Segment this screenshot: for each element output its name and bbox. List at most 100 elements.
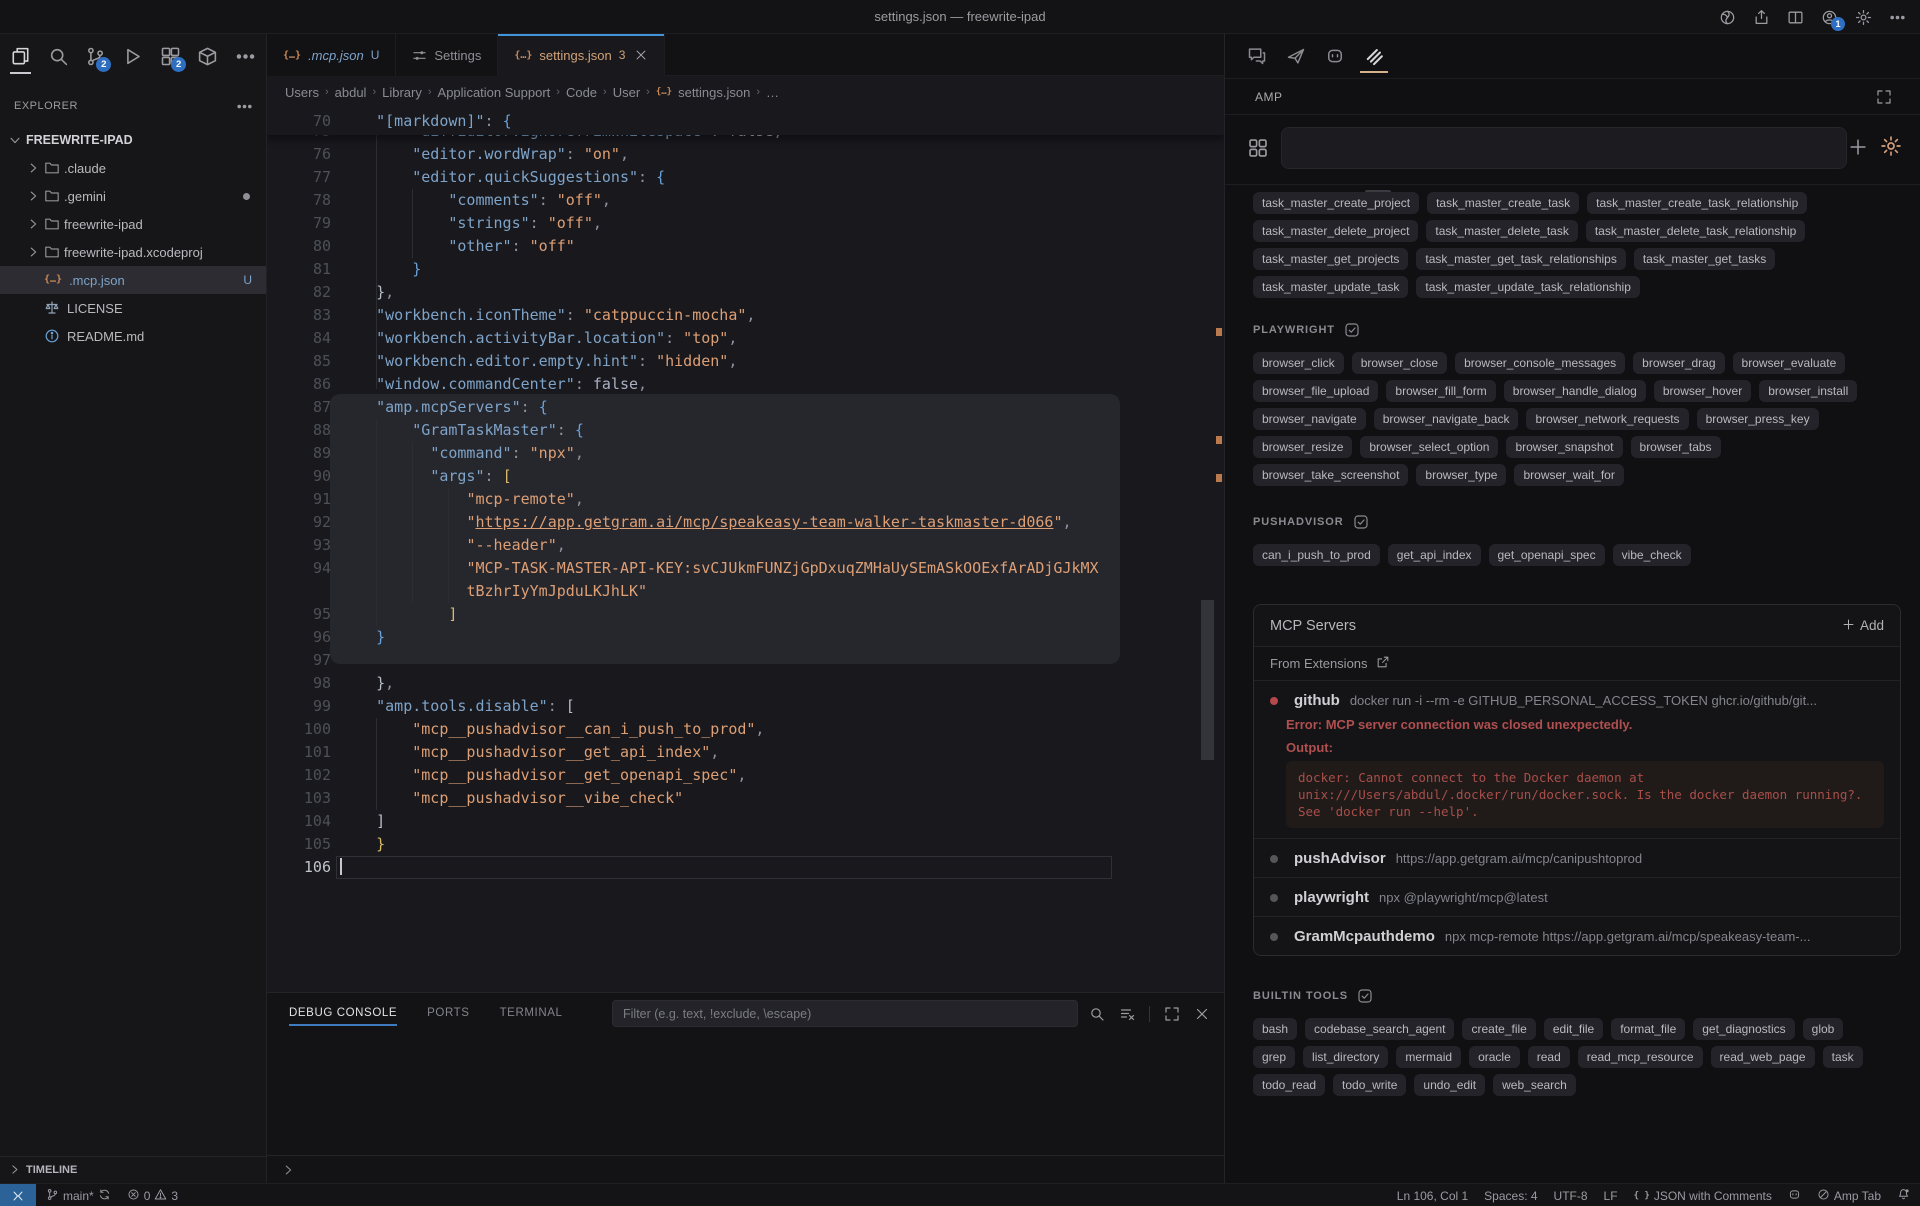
- amp-tab-status[interactable]: Amp Tab: [1817, 1188, 1881, 1204]
- maximize-panel-icon[interactable]: [1164, 1006, 1180, 1022]
- breadcrumb[interactable]: Users›abdul›Library›Application Support›…: [267, 76, 1224, 108]
- breadcrumb-item[interactable]: Library: [382, 85, 422, 100]
- breadcrumb-item[interactable]: abdul: [335, 85, 367, 100]
- tool-chip-task_master_update_task[interactable]: task_master_update_task: [1253, 276, 1408, 298]
- tree-root-freewrite-ipad[interactable]: FREEWRITE-IPAD: [0, 126, 266, 154]
- tool-chip-get_diagnostics[interactable]: get_diagnostics: [1693, 1018, 1794, 1040]
- tool-chip-browser_hover[interactable]: browser_hover: [1654, 380, 1751, 402]
- mcp-server-grammcpauthdemo[interactable]: GramMcpauthdemonpx mcp-remote https://ap…: [1254, 917, 1900, 955]
- tool-chip-task_master_get_task_relationships[interactable]: task_master_get_task_relationships: [1416, 248, 1625, 270]
- notifications-bell[interactable]: [1897, 1188, 1910, 1204]
- debug-repl-prompt[interactable]: [267, 1155, 1224, 1183]
- mcp-server-playwright[interactable]: playwrightnpx @playwright/mcp@latest: [1254, 878, 1900, 917]
- tree-item-readme-md[interactable]: README.md: [0, 322, 266, 350]
- remote-indicator[interactable]: [0, 1184, 36, 1206]
- close-panel-icon[interactable]: [1194, 1006, 1210, 1022]
- tree-item--gemini[interactable]: .gemini: [0, 182, 266, 210]
- tool-chip-get_openapi_spec[interactable]: get_openapi_spec: [1489, 544, 1605, 566]
- tool-chip-task_master_delete_task_relationship[interactable]: task_master_delete_task_relationship: [1586, 220, 1805, 242]
- kangaroo-icon[interactable]: [1284, 39, 1308, 73]
- git-branch-item[interactable]: main*: [46, 1188, 111, 1204]
- tool-chip-browser_navigate_back[interactable]: browser_navigate_back: [1374, 408, 1519, 430]
- split-editor-icon[interactable]: [1787, 9, 1804, 26]
- tool-chip-browser_click[interactable]: browser_click: [1253, 352, 1344, 374]
- breadcrumb-tail[interactable]: …: [766, 85, 779, 100]
- tree-item-freewrite-ipad-xcodeproj[interactable]: freewrite-ipad.xcodeproj: [0, 238, 266, 266]
- tool-chip-task_master_delete_task[interactable]: task_master_delete_task: [1426, 220, 1577, 242]
- from-extensions-row[interactable]: From Extensions: [1254, 647, 1900, 681]
- panel-tab-terminal[interactable]: TERMINAL: [500, 993, 563, 1033]
- tab-settings-json[interactable]: {…}settings.json3: [498, 34, 665, 76]
- tool-chip-codebase_search_agent[interactable]: codebase_search_agent: [1305, 1018, 1454, 1040]
- tool-chip-mermaid[interactable]: mermaid: [1396, 1046, 1461, 1068]
- plus-icon[interactable]: [1848, 137, 1868, 157]
- editor-scrollbar-thumb[interactable]: [1201, 600, 1214, 760]
- tool-chip-get_api_index[interactable]: get_api_index: [1388, 544, 1481, 566]
- debug-filter-input[interactable]: [612, 1000, 1078, 1027]
- account-icon[interactable]: 1: [1821, 9, 1838, 26]
- tool-chip-list_directory[interactable]: list_directory: [1303, 1046, 1388, 1068]
- tree-item--mcp-json[interactable]: {…}.mcp.jsonU: [0, 266, 266, 294]
- more-icon[interactable]: [1889, 9, 1906, 26]
- copilot-swirl-icon[interactable]: [1719, 9, 1736, 26]
- tool-chip-browser_snapshot[interactable]: browser_snapshot: [1506, 436, 1622, 458]
- amp-tab-icon[interactable]: [1362, 39, 1386, 73]
- language-mode[interactable]: { } JSON with Comments: [1634, 1189, 1772, 1203]
- add-mcp-server-button[interactable]: Add: [1842, 618, 1884, 634]
- tool-chip-glob[interactable]: glob: [1803, 1018, 1844, 1040]
- tool-chip-browser_file_upload[interactable]: browser_file_upload: [1253, 380, 1378, 402]
- tool-chip-web_search[interactable]: web_search: [1493, 1074, 1576, 1096]
- explorer-more-icon[interactable]: [236, 98, 252, 114]
- tool-chip-browser_tabs[interactable]: browser_tabs: [1631, 436, 1721, 458]
- tool-chip-format_file[interactable]: format_file: [1611, 1018, 1685, 1040]
- tree-item--claude[interactable]: .claude: [0, 154, 266, 182]
- tool-chip-read_mcp_resource[interactable]: read_mcp_resource: [1578, 1046, 1703, 1068]
- tool-chip-browser_fill_form[interactable]: browser_fill_form: [1386, 380, 1495, 402]
- panel-tab-debug-console[interactable]: DEBUG CONSOLE: [289, 993, 397, 1033]
- expand-icon[interactable]: [1876, 89, 1892, 105]
- tool-chip-browser_wait_for[interactable]: browser_wait_for: [1514, 464, 1623, 486]
- checkbox-checked-icon[interactable]: [1357, 988, 1373, 1004]
- gear-icon[interactable]: [1855, 9, 1872, 26]
- tool-chip-oracle[interactable]: oracle: [1469, 1046, 1520, 1068]
- checkbox-checked-icon[interactable]: [1353, 514, 1369, 530]
- clear-output-icon[interactable]: [1119, 1006, 1135, 1022]
- mcp-server-github[interactable]: githubdocker run -i --rm -e GITHUB_PERSO…: [1254, 681, 1900, 839]
- cursor-position[interactable]: Ln 106, Col 1: [1397, 1189, 1468, 1203]
- amp-gear-icon[interactable]: [1880, 135, 1902, 157]
- code-editor[interactable]: 75 "diffEditor.ignoreTrimWhitespace": fa…: [267, 108, 1224, 992]
- robot-icon[interactable]: [1323, 39, 1347, 73]
- mcp-server-pushadvisor[interactable]: pushAdvisorhttps://app.getgram.ai/mcp/ca…: [1254, 839, 1900, 878]
- tool-chip-browser_select_option[interactable]: browser_select_option: [1360, 436, 1498, 458]
- tool-chip-task[interactable]: task: [1823, 1046, 1863, 1068]
- breadcrumb-item[interactable]: Code: [566, 85, 597, 100]
- more-icon[interactable]: [233, 40, 258, 74]
- tool-chip-todo_write[interactable]: todo_write: [1333, 1074, 1406, 1096]
- tool-chip-read_web_page[interactable]: read_web_page: [1711, 1046, 1815, 1068]
- tool-chip-browser_network_requests[interactable]: browser_network_requests: [1526, 408, 1688, 430]
- chat-icon[interactable]: [1245, 39, 1269, 73]
- tool-chip-task_master_get_tasks[interactable]: task_master_get_tasks: [1634, 248, 1775, 270]
- tool-chip-browser_drag[interactable]: browser_drag: [1633, 352, 1724, 374]
- encoding[interactable]: UTF-8: [1554, 1189, 1588, 1203]
- extensions-icon[interactable]: 2: [158, 40, 183, 74]
- tree-item-freewrite-ipad[interactable]: freewrite-ipad: [0, 210, 266, 238]
- tool-chip-browser_handle_dialog[interactable]: browser_handle_dialog: [1504, 380, 1646, 402]
- search-icon[interactable]: [45, 40, 70, 74]
- tool-chip-read[interactable]: read: [1528, 1046, 1570, 1068]
- tool-chip-browser_evaluate[interactable]: browser_evaluate: [1733, 352, 1846, 374]
- tool-chip-task_master_update_task_relationship[interactable]: task_master_update_task_relationship: [1416, 276, 1639, 298]
- timeline-section[interactable]: TIMELINE: [0, 1156, 266, 1183]
- tab-settings[interactable]: Settings: [396, 34, 498, 76]
- tool-chip-browser_press_key[interactable]: browser_press_key: [1697, 408, 1819, 430]
- panel-tab-ports[interactable]: PORTS: [427, 993, 469, 1033]
- grid-icon[interactable]: [1247, 137, 1269, 159]
- share-icon[interactable]: [1753, 9, 1770, 26]
- files-icon[interactable]: [8, 40, 33, 74]
- tool-chip-browser_take_screenshot[interactable]: browser_take_screenshot: [1253, 464, 1408, 486]
- remote-box-icon[interactable]: [195, 40, 220, 74]
- source-control-icon[interactable]: 2: [83, 40, 108, 74]
- search-icon[interactable]: [1089, 1006, 1105, 1022]
- tool-chip-browser_resize[interactable]: browser_resize: [1253, 436, 1352, 458]
- checkbox-checked-icon[interactable]: [1344, 322, 1360, 338]
